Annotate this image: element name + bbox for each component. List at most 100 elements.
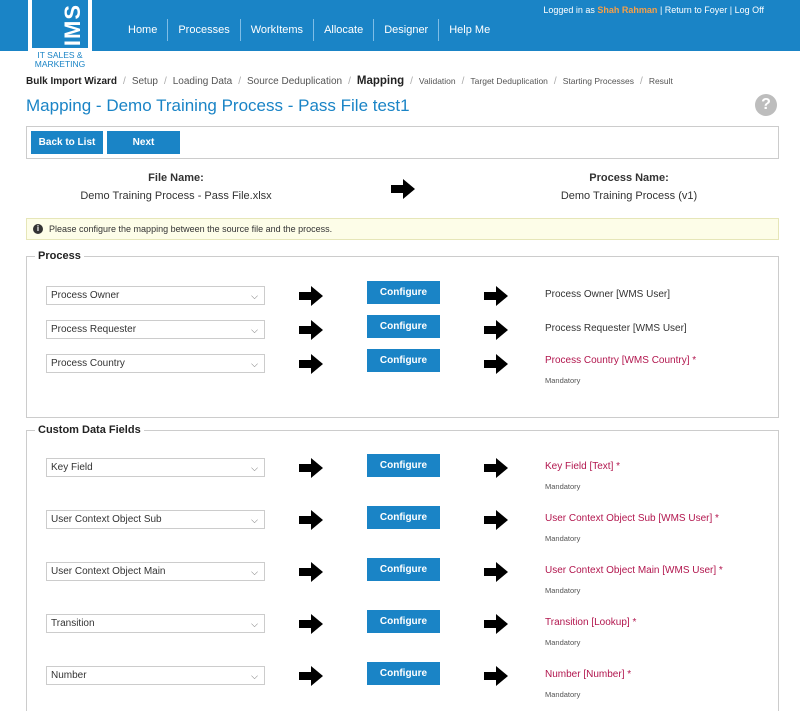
wizard-step-loading-data: Loading Data xyxy=(172,76,233,87)
chevron-down-icon: ⌵ xyxy=(251,567,258,577)
nav-allocate[interactable]: Allocate xyxy=(314,19,375,41)
mandatory-label: Mandatory xyxy=(545,376,581,385)
mapping-row: Number ⌵ Configure Number [Number] * Mand… xyxy=(27,662,778,702)
chevron-down-icon: ⌵ xyxy=(251,515,258,525)
wizard-step-mapping: Mapping xyxy=(356,75,405,87)
target-field: User Context Object Main [WMS User] * xyxy=(545,565,723,576)
user-name-link[interactable]: Shah Rahman xyxy=(597,5,657,15)
configure-button[interactable]: Configure xyxy=(367,610,440,633)
source-select-transition[interactable]: Transition ⌵ xyxy=(46,614,265,633)
configure-button[interactable]: Configure xyxy=(367,281,440,304)
arrow-right-icon xyxy=(484,320,508,340)
arrow-right-icon xyxy=(299,614,323,634)
arrow-right-icon xyxy=(484,614,508,634)
section-title-process: Process xyxy=(35,250,84,262)
process-name-label: Process Name: xyxy=(589,172,669,184)
source-select-key-field[interactable]: Key Field ⌵ xyxy=(46,458,265,477)
configure-button[interactable]: Configure xyxy=(367,454,440,477)
nav-home[interactable]: Home xyxy=(118,19,169,41)
logo-badge: EIMS xyxy=(32,0,88,62)
nav-processes[interactable]: Processes xyxy=(168,19,241,41)
file-name-value: Demo Training Process - Pass File.xlsx xyxy=(80,190,272,202)
page-title: Mapping - Demo Training Process - Pass F… xyxy=(26,96,410,115)
arrow-right-icon xyxy=(484,286,508,306)
source-select-user-context-object-sub[interactable]: User Context Object Sub ⌵ xyxy=(46,510,265,529)
configure-button[interactable]: Configure xyxy=(367,349,440,372)
arrow-right-icon xyxy=(299,510,323,530)
arrow-right-icon xyxy=(299,286,323,306)
mapping-row: Transition ⌵ Configure Transition [Lookup… xyxy=(27,610,778,650)
arrow-right-icon xyxy=(484,666,508,686)
target-field: Process Country [WMS Country] * xyxy=(545,355,697,366)
process-name-value: Demo Training Process (v1) xyxy=(560,190,698,202)
target-field: User Context Object Sub [WMS User] * xyxy=(545,513,719,524)
chevron-down-icon: ⌵ xyxy=(251,359,258,369)
file-info: File Name: Demo Training Process - Pass … xyxy=(46,172,306,202)
arrow-right-icon xyxy=(299,320,323,340)
configure-button[interactable]: Configure xyxy=(367,506,440,529)
user-links[interactable]: | Return to Foyer | Log Off xyxy=(660,5,764,15)
target-field: Number [Number] * xyxy=(545,669,632,680)
mapping-row: User Context Object Main ⌵ Configure User… xyxy=(27,558,778,598)
arrow-right-icon xyxy=(299,666,323,686)
chevron-down-icon: ⌵ xyxy=(251,325,258,335)
info-icon: i xyxy=(33,224,43,234)
arrow-right-icon xyxy=(299,458,323,478)
arrow-right-icon xyxy=(484,354,508,374)
source-select-process-requester[interactable]: Process Requester ⌵ xyxy=(46,320,265,339)
source-select-process-country[interactable]: Process Country ⌵ xyxy=(46,354,265,373)
wizard-step-target-deduplication: Target Deduplication xyxy=(470,76,548,86)
mandatory-label: Mandatory xyxy=(545,586,581,595)
arrow-right-icon xyxy=(484,458,508,478)
wizard-step-starting-processes: Starting Processes xyxy=(562,76,635,86)
target-field: Transition [Lookup] * xyxy=(545,617,637,628)
chevron-down-icon: ⌵ xyxy=(251,291,258,301)
chevron-down-icon: ⌵ xyxy=(251,619,258,629)
wizard-step-source-deduplication: Source Deduplication xyxy=(247,76,343,87)
arrow-right-icon xyxy=(299,562,323,582)
source-select-process-owner[interactable]: Process Owner ⌵ xyxy=(46,286,265,305)
wizard-breadcrumb: Bulk Import Wizard / Setup / Loading Dat… xyxy=(26,75,673,87)
target-field: Process Requester [WMS User] xyxy=(545,323,687,334)
custom-data-fields-section: Custom Data Fields Key Field ⌵ Configure … xyxy=(26,424,779,711)
nav-help-me[interactable]: Help Me xyxy=(439,19,500,41)
mapping-row: Process Country ⌵ Configure Process Count… xyxy=(27,349,778,388)
arrow-right-icon xyxy=(484,510,508,530)
info-notice: i Please configure the mapping between t… xyxy=(26,218,779,240)
mandatory-label: Mandatory xyxy=(545,482,581,491)
configure-button[interactable]: Configure xyxy=(367,558,440,581)
target-field: Process Owner [WMS User] xyxy=(545,289,671,300)
eims-logo[interactable]: EIMS IT SALES & MARKETING xyxy=(28,0,92,72)
help-icon[interactable]: ? xyxy=(755,94,777,116)
nav-workitems[interactable]: WorkItems xyxy=(241,19,315,41)
mandatory-label: Mandatory xyxy=(545,638,581,647)
mapping-row: User Context Object Sub ⌵ Configure User … xyxy=(27,506,778,546)
mapping-row: Key Field ⌵ Configure Key Field [Text] * … xyxy=(27,454,778,494)
wizard-step-result: Result xyxy=(648,76,673,86)
wizard-step-setup: Setup xyxy=(131,76,158,87)
logo-subtitle: IT SALES & MARKETING xyxy=(28,51,92,69)
wizard-step-validation: Validation xyxy=(418,76,456,86)
file-name-label: File Name: xyxy=(148,172,204,184)
configure-button[interactable]: Configure xyxy=(367,315,440,338)
mandatory-label: Mandatory xyxy=(545,534,581,543)
main-nav: Home Processes WorkItems Allocate Design… xyxy=(118,19,500,41)
chevron-down-icon: ⌵ xyxy=(251,671,258,681)
notice-text: Please configure the mapping between the… xyxy=(49,224,333,234)
wizard-label: Bulk Import Wizard xyxy=(26,76,118,87)
top-navigation-bar: Home Processes WorkItems Allocate Design… xyxy=(0,0,800,51)
mandatory-label: Mandatory xyxy=(545,690,581,699)
back-to-list-button[interactable]: Back to List xyxy=(31,131,103,154)
section-title-custom-data-fields: Custom Data Fields xyxy=(35,424,144,436)
process-info: Process Name: Demo Training Process (v1) xyxy=(499,172,759,202)
nav-designer[interactable]: Designer xyxy=(374,19,440,41)
arrow-right-icon xyxy=(484,562,508,582)
file-to-process-arrow-icon xyxy=(391,179,415,199)
logo-sub-line2: MARKETING xyxy=(34,59,86,69)
next-button[interactable]: Next xyxy=(107,131,180,154)
source-select-number[interactable]: Number ⌵ xyxy=(46,666,265,685)
logged-in-label: Logged in as xyxy=(543,5,595,15)
source-select-user-context-object-main[interactable]: User Context Object Main ⌵ xyxy=(46,562,265,581)
configure-button[interactable]: Configure xyxy=(367,662,440,685)
user-bar: Logged in as Shah Rahman | Return to Foy… xyxy=(543,5,764,15)
